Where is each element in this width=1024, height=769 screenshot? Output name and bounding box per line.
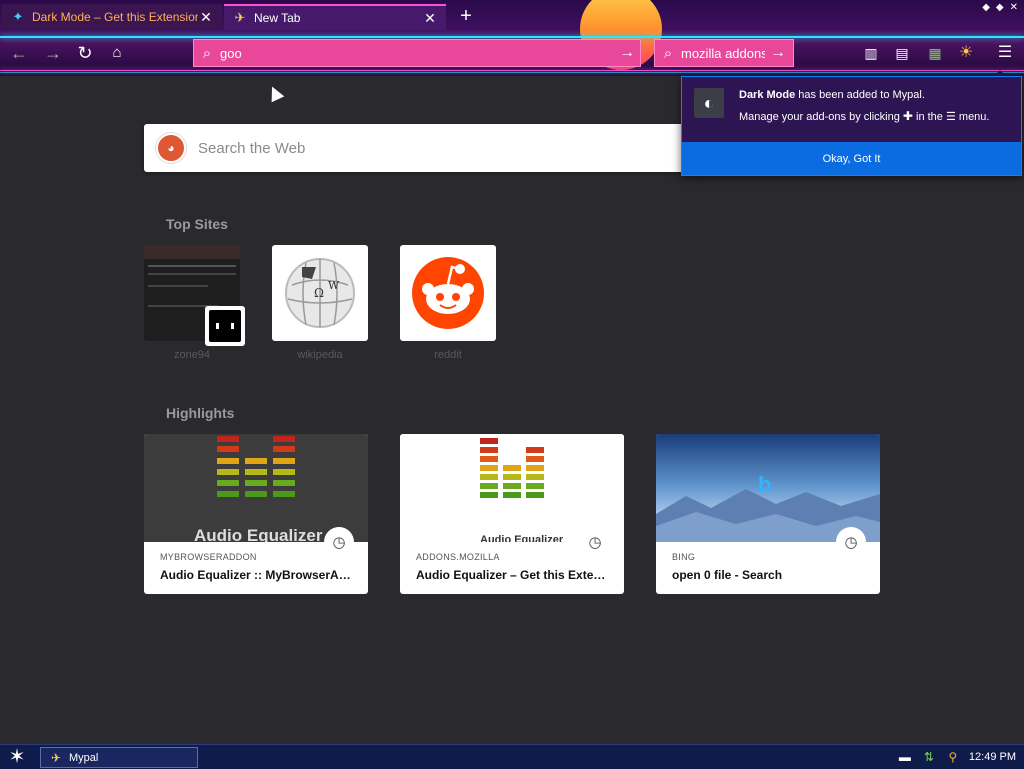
system-tray: ▬ ⇅ ⚲ 12:49 PM	[897, 745, 1024, 769]
popup-message: Dark Mode has been added to Mypal.	[739, 89, 925, 101]
wikipedia-globe-icon: Ω W	[285, 258, 355, 328]
menu-icon: ☰	[945, 111, 956, 123]
popup-text: has been added to Mypal.	[795, 89, 925, 101]
tab-dark-mode[interactable]: ✦ Dark Mode – Get this Extension fo ✕	[2, 4, 222, 30]
search-icon: ⌕	[202, 44, 212, 62]
network-icon[interactable]: ⇅	[921, 749, 937, 765]
image-caption: Audio Equalizer	[194, 526, 323, 542]
highlight-title: Audio Equalizer :: MyBrowserAd...	[160, 568, 352, 582]
highlight-source: BING	[672, 552, 696, 562]
highlight-source: MYBROWSERADDON	[160, 552, 257, 562]
mouse-cursor	[265, 83, 285, 103]
tab-new-tab[interactable]: ✈ New Tab ✕	[224, 4, 446, 30]
highlight-image: Audio Equalizer	[400, 434, 624, 542]
web-search-box[interactable]: ◕	[144, 124, 704, 172]
top-sites-heading: Top Sites	[166, 216, 228, 232]
url-bar[interactable]: ⌕ →	[193, 39, 641, 67]
neon-line	[0, 70, 1024, 71]
close-icon[interactable]: ✕	[422, 10, 438, 27]
taskbar: ✶ ✈ Mypal ▬ ⇅ ⚲ 12:49 PM	[0, 744, 1024, 769]
search-icon: ⌕	[663, 44, 673, 62]
highlight-image: Audio Equalizer	[144, 434, 368, 542]
reload-button[interactable]: ↻	[74, 42, 96, 64]
neon-line	[0, 36, 1024, 38]
equalizer-addon-icon[interactable]: ▦	[925, 43, 945, 63]
browser-toolbar: ✦ Dark Mode – Get this Extension fo ✕ ✈ …	[0, 0, 1024, 76]
library-icon[interactable]: ▥	[861, 43, 881, 63]
start-star-icon[interactable]: ✶	[6, 746, 28, 768]
new-tab-button[interactable]: +	[455, 5, 477, 27]
highlight-title: Audio Equalizer – Get this Extens...	[416, 568, 608, 582]
image-caption: Audio Equalizer	[480, 534, 564, 542]
search-icon[interactable]: ⚲	[945, 749, 961, 765]
taskbar-item-label: Mypal	[69, 751, 99, 764]
keyboard-icon[interactable]: ▬	[897, 749, 913, 765]
close-icon[interactable]: ✕	[198, 9, 214, 26]
popup-text: in the	[912, 111, 946, 123]
highlights-heading: Highlights	[166, 405, 235, 421]
clock-icon: ◷	[324, 527, 354, 557]
svg-text:Ω: Ω	[314, 286, 324, 300]
site-thumbnail	[400, 245, 496, 341]
go-arrow-icon[interactable]: →	[765, 44, 791, 62]
highlight-card[interactable]: Audio Equalizer ◷ MYBROWSERADDON Audio E…	[144, 434, 368, 594]
popup-text: menu.	[955, 111, 990, 123]
window-controls: ◆ ◆ ✕	[982, 2, 1018, 13]
restore-icon[interactable]: ◆	[996, 2, 1004, 13]
home-button[interactable]: ⌂	[106, 42, 128, 64]
clock-icon: ◷	[580, 527, 610, 557]
popup-instructions: Manage your add-ons by clicking ✚ in the…	[739, 109, 989, 123]
close-window-icon[interactable]: ✕	[1010, 2, 1018, 13]
reddit-icon	[412, 257, 484, 329]
forward-button[interactable]: →	[42, 42, 64, 64]
highlight-image: b	[656, 434, 880, 542]
duckduckgo-icon: ◕	[156, 133, 186, 163]
svg-text:W: W	[328, 279, 340, 292]
tab-title: New Tab	[254, 11, 301, 25]
url-input[interactable]	[220, 45, 614, 61]
highlight-title: open 0 file - Search	[672, 568, 783, 582]
tab-title: Dark Mode – Get this Extension fo	[32, 10, 198, 24]
addon-name: Dark Mode	[739, 89, 796, 101]
top-site-zone94[interactable]: zone94	[144, 245, 245, 361]
dark-mode-addon-icon: ◐	[694, 88, 724, 118]
puzzle-icon: ✦	[12, 9, 24, 24]
web-search-input[interactable]	[196, 138, 704, 158]
bing-icon: b	[758, 472, 772, 497]
taskbar-item-mypal[interactable]: ✈ Mypal	[40, 747, 198, 768]
dark-mode-addon-icon[interactable]: ☀	[956, 43, 976, 63]
mypal-icon: ✈	[50, 750, 62, 765]
sidebar-icon[interactable]: ▤	[892, 43, 912, 63]
top-site-wikipedia[interactable]: Ω W wikipedia	[272, 245, 368, 361]
addon-installed-popup: ◐ Dark Mode has been added to Mypal. Man…	[681, 76, 1022, 176]
menu-icon[interactable]: ☰	[995, 43, 1015, 63]
site-label: reddit	[434, 349, 462, 361]
puzzle-icon: ✚	[902, 109, 913, 123]
top-site-reddit[interactable]: reddit	[400, 245, 496, 361]
site-thumbnail: Ω W	[272, 245, 368, 341]
highlight-source: ADDONS.MOZILLA	[416, 552, 500, 562]
site-label: zone94	[173, 349, 211, 361]
mypal-icon: ✈	[234, 10, 246, 25]
site-label: wikipedia	[297, 349, 343, 361]
search-input[interactable]	[681, 45, 765, 61]
minimize-icon[interactable]: ◆	[982, 2, 990, 13]
clock-time: 12:49 PM	[968, 751, 1016, 763]
zone94-icon	[205, 306, 245, 346]
okay-got-it-button[interactable]: Okay, Got It	[682, 142, 1021, 175]
highlight-card[interactable]: Audio Equalizer ◷ ADDONS.MOZILLA Audio E…	[400, 434, 624, 594]
search-bar[interactable]: ⌕ →	[654, 39, 794, 67]
popup-text: Manage your add-ons by clicking	[739, 111, 903, 123]
neon-line	[0, 72, 1024, 73]
go-arrow-icon[interactable]: →	[614, 44, 640, 62]
back-button[interactable]: ←	[8, 42, 30, 64]
highlight-card[interactable]: b ◷ BING open 0 file - Search	[656, 434, 880, 594]
clock-icon: ◷	[836, 527, 866, 557]
